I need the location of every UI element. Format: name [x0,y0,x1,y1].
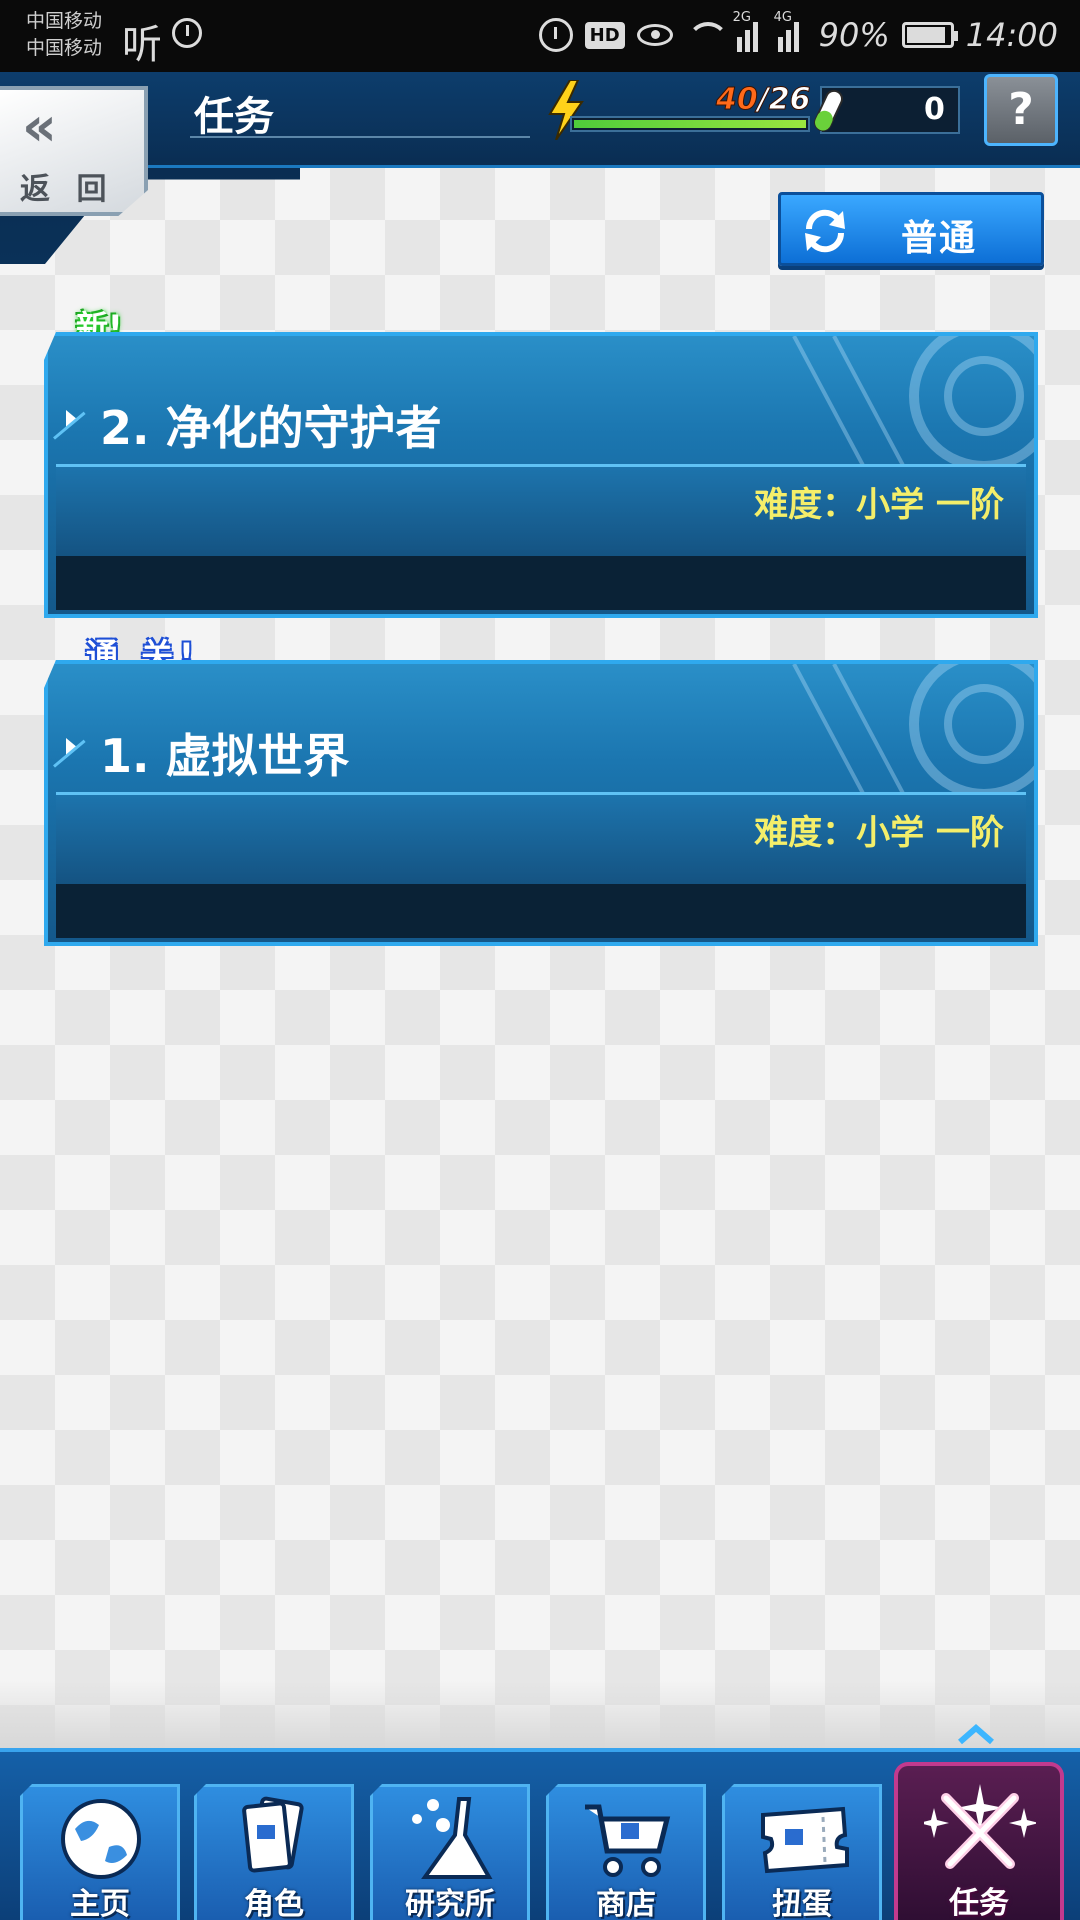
mission-detail-panel: 难度：小学 一阶 [56,464,1026,610]
mission-card[interactable]: 2. 净化的守护者 难度：小学 一阶 [44,332,1038,618]
eye-icon [636,24,673,46]
nav-item-character[interactable]: 角色 [194,1784,354,1920]
mission-reward-strip [56,556,1026,610]
back-label: 返 回 [20,172,115,207]
nav-label: 扭蛋 [772,1887,832,1920]
mission-detail-panel: 难度：小学 一阶 [56,792,1026,938]
card-icon [242,1796,304,1873]
title-underline [190,136,530,138]
clock: 14:00 [965,16,1058,54]
signal-2g-icon: 2G [733,10,766,52]
status-bar: 中国移动 中国移动 听 HD 2G 4G 90% 14:00 [0,0,1080,72]
mission-reward-strip [56,884,1026,938]
help-button[interactable]: ? [984,74,1058,146]
chevron-up-icon [958,1724,994,1745]
hd-icon: HD [584,21,625,49]
lab-flask-icon [412,1797,493,1879]
pill-capsule-icon [814,89,844,132]
energy-bar-fill [574,120,806,128]
nav-label: 研究所 [405,1887,495,1920]
status-icons: HD 2G 4G 90% 14:00 [538,10,1058,60]
mode-label: 普通 [901,218,978,259]
energy-current: 40 [716,82,759,118]
listen-app-icon: 听 [122,22,162,68]
signal-4g-icon: 4G [774,10,807,52]
nav-item-missions[interactable]: 任务 [894,1762,1064,1920]
battery-icon [901,22,958,48]
nav-label: 任务 [949,1886,1009,1920]
difficulty-mode-button[interactable]: 普通 [778,192,1044,266]
mission-difficulty: 难度：小学 一阶 [754,813,1004,853]
globe-icon [61,1799,141,1879]
refresh-icon [805,209,845,253]
mission-title: 1. 虚拟世界 [100,729,350,783]
cart-icon [585,1804,671,1877]
bottom-fade [0,1680,1080,1750]
mission-card[interactable]: 1. 虚拟世界 难度：小学 一阶 [44,660,1038,946]
mission-title: 2. 净化的守护者 [100,401,442,455]
nav-item-gacha[interactable]: 扭蛋 [722,1784,882,1920]
nav-label: 商店 [596,1887,656,1920]
carrier-labels: 中国移动 中国移动 [26,8,102,62]
nav-label: 主页 [70,1887,130,1920]
gem-count: 0 [924,92,945,127]
nav-item-lab[interactable]: 研究所 [370,1784,530,1920]
mission-difficulty: 难度：小学 一阶 [754,485,1004,525]
energy-counter: 40/26 [716,82,811,118]
ticket-icon [761,1806,849,1874]
back-button[interactable]: « 返 回 [0,86,148,216]
nav-item-home[interactable]: 主页 [20,1784,180,1920]
double-chevron-left-icon: « [22,95,57,158]
wifi-icon [685,18,729,52]
energy-max: /26 [757,82,811,118]
alarm-icon [538,18,573,52]
nav-item-shop[interactable]: 商店 [546,1784,706,1920]
energy-bar [570,116,810,132]
nav-label: 角色 [244,1887,304,1920]
page-title: 任务 [194,94,274,140]
carrier-1: 中国移动 [26,10,103,32]
carrier-2: 中国移动 [26,37,103,59]
timer-icon [172,18,202,48]
battery-percent: 90% [818,16,890,54]
crossed-swords-icon [924,1784,1036,1869]
